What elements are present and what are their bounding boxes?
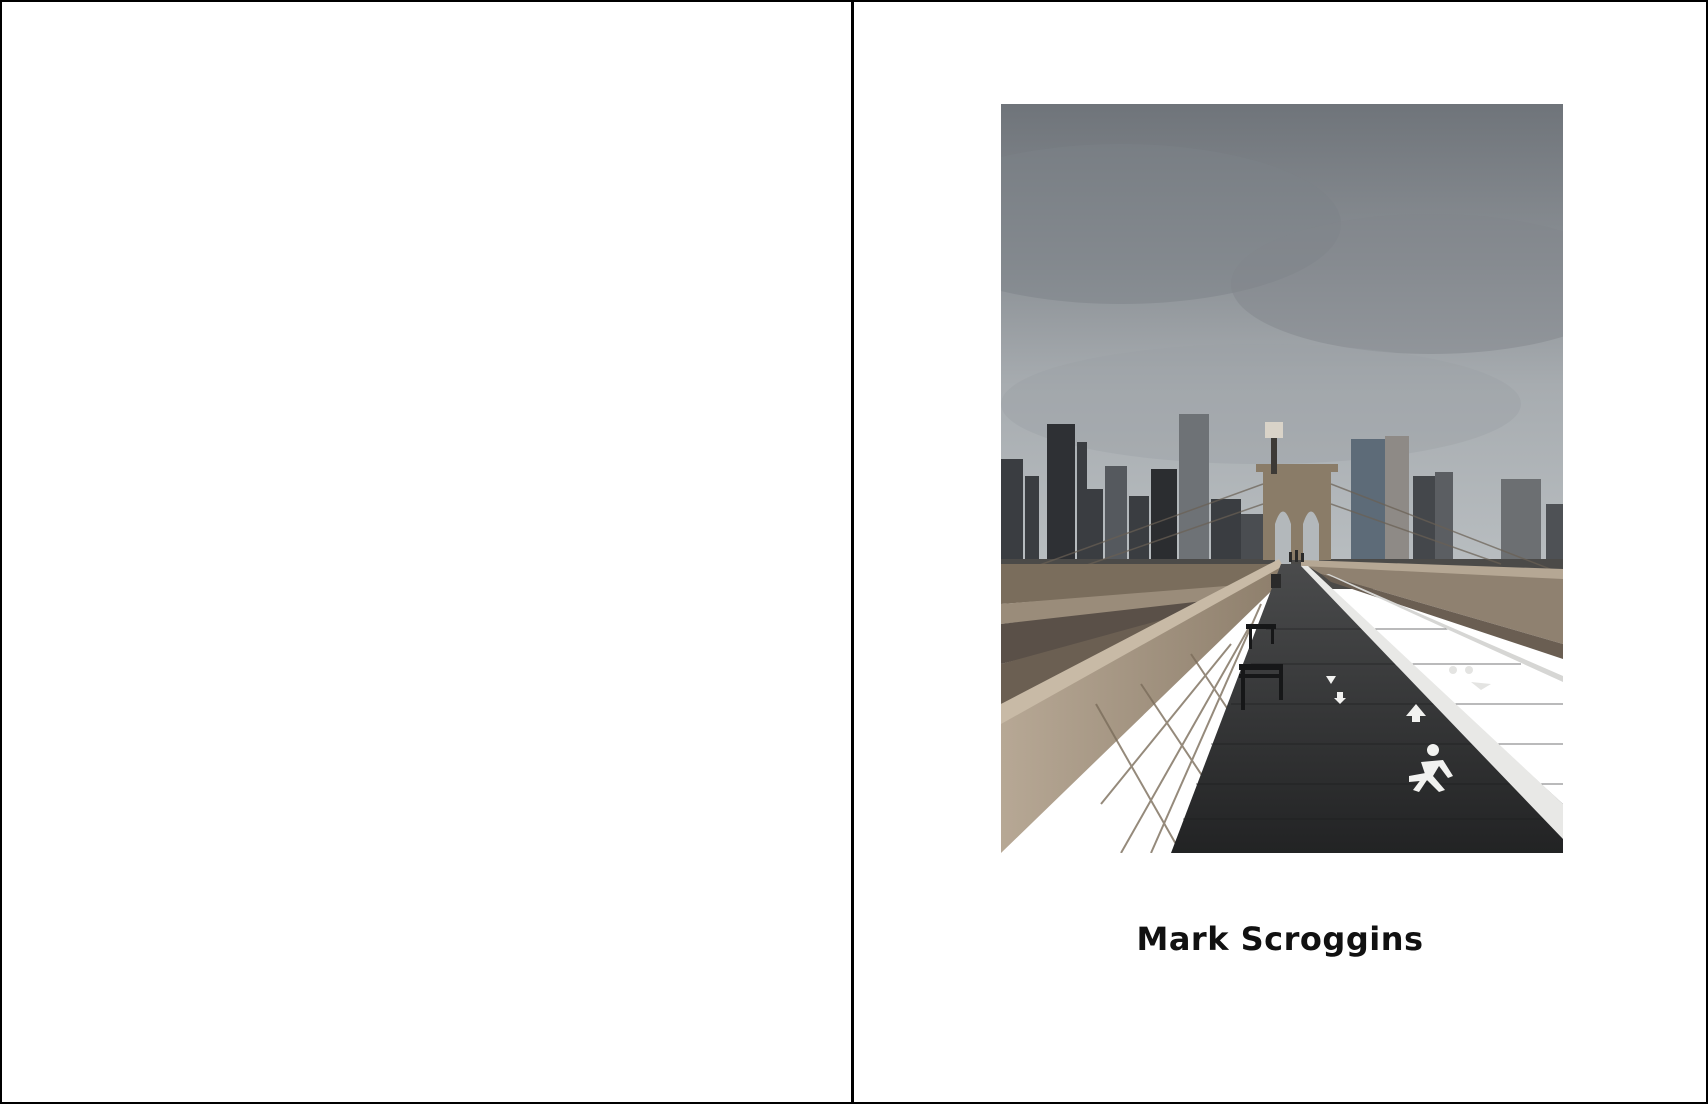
cover-photo xyxy=(1001,104,1563,853)
author-name: Mark Scroggins xyxy=(1136,920,1424,958)
book-spread: Mark Scroggins xyxy=(0,0,1708,1104)
title-page: Mark Scroggins xyxy=(854,2,1706,1102)
blank-left-page xyxy=(2,2,854,1102)
